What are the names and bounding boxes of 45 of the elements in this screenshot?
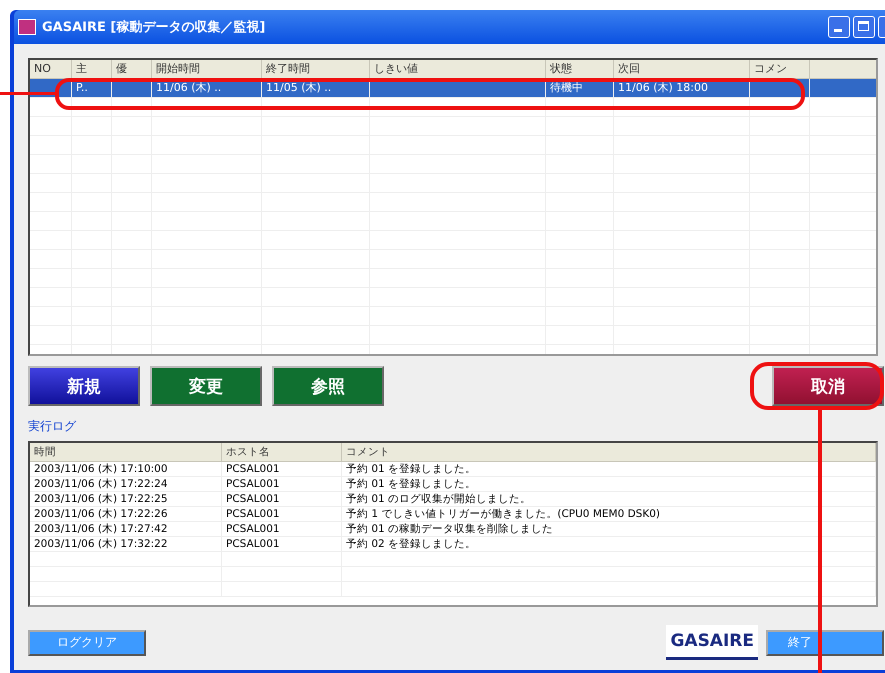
log-host: PCSAL001 [226,463,280,475]
action-button[interactable]: 新規 [28,366,140,406]
log-comment: 予約 01 のログ収集が開始しました。 [346,493,532,505]
log-comment: 予約 1 でしきい値トリガーが働きました。(CPU0 MEM0 DSK0) [346,508,660,520]
leader-line [0,92,55,95]
logo: GASAIRE [666,625,758,660]
log-host: PCSAL001 [226,493,280,505]
table-cell: 待機中 [550,81,583,94]
action-button[interactable]: 変更 [150,366,262,406]
log-comment: 予約 01 を登録しました。 [346,478,476,490]
column-header[interactable]: 次回 [614,60,750,78]
column-header[interactable]: しきい値 [370,60,546,78]
table-cell: 11/06 (木) .. [156,81,222,94]
minimize-button[interactable] [828,16,850,38]
column-header[interactable]: 優 [112,60,152,78]
log-host: PCSAL001 [226,523,280,535]
maximize-button[interactable] [853,16,875,38]
log-title: 実行ログ [28,418,78,435]
column-header[interactable]: 主 [72,60,112,78]
app-icon [18,19,36,35]
log-time: 2003/11/06 (木) 17:27:42 [34,523,168,535]
log-host: PCSAL001 [226,508,280,520]
table-cell: P.. [76,81,88,94]
cancel-button[interactable]: 取消 [772,366,884,406]
column-header[interactable]: NO [30,60,72,78]
log-time: 2003/11/06 (木) 17:10:00 [34,463,168,475]
table-cell: 11/05 (木) .. [266,81,332,94]
window-title: GASAIRE [稼動データの収集／監視] [42,18,266,36]
log-time: 2003/11/06 (木) 17:22:25 [34,493,168,505]
log-time: 2003/11/06 (木) 17:22:24 [34,478,168,490]
log-comment: 予約 02 を登録しました。 [346,538,476,550]
log-time: 2003/11/06 (木) 17:32:22 [34,538,168,550]
log-host: PCSAL001 [226,478,280,490]
log-time: 2003/11/06 (木) 17:22:26 [34,508,168,520]
column-header[interactable]: 時間 [30,443,222,461]
log-host: PCSAL001 [226,538,280,550]
column-header[interactable]: 終了時間 [262,60,370,78]
column-header[interactable]: コメン [750,60,810,78]
log-comment: 予約 01 を登録しました。 [346,463,476,475]
table-cell: 11/06 (木) 18:00 [618,81,708,94]
column-header[interactable]: 開始時間 [152,60,262,78]
column-header[interactable]: ホスト名 [222,443,342,461]
log-comment: 予約 01 の稼動データ収集を削除しました [346,523,554,535]
action-button[interactable]: 参照 [272,366,384,406]
column-header[interactable]: 状態 [546,60,614,78]
